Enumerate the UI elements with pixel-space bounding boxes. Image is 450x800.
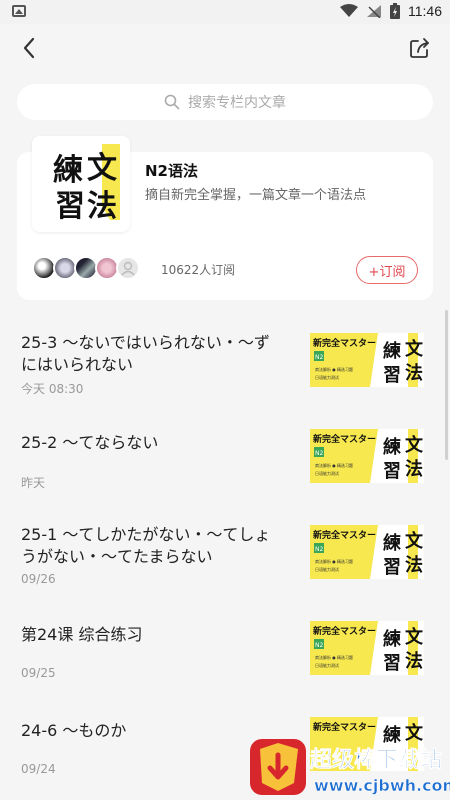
cover-char-2: 文	[87, 151, 117, 186]
thumb-char: 練	[383, 340, 401, 362]
top-bar	[0, 24, 450, 74]
thumbnail-graphic: 新完全マスター N2 商法解析 ● 精选习题 日语能力测试 練 文 習 法	[310, 333, 424, 387]
thumbnail-graphic: 新完全マスター N2 商法解析 ● 精选习题 日语能力测试 練 文 習 法	[310, 429, 424, 483]
battery-charging-icon	[390, 3, 400, 19]
list-item[interactable]: 25-3 ～ないではいられない・～ずにはいられない 今天 08:30 新完全マス…	[0, 316, 450, 412]
thumb-bullet: 商法解析 ● 精选习题	[315, 558, 353, 564]
thumb-char: 練	[383, 532, 401, 554]
thumb-char: 文	[405, 434, 424, 456]
subscribe-button[interactable]: +订阅	[356, 256, 418, 284]
thumb-bullet: 日语能力测试	[315, 566, 339, 572]
scrollbar[interactable]	[445, 310, 448, 460]
status-time: 11:46	[408, 3, 442, 19]
thumb-char: 文	[405, 338, 424, 360]
thumb-level: N2	[315, 546, 323, 553]
share-icon[interactable]	[406, 34, 434, 62]
column-info-card: 練 文 習 法 N2语法 摘自新完全掌握，一篇文章一个语法点 10622人订阅 …	[17, 136, 433, 300]
thumb-char: 練	[383, 628, 401, 650]
watermark-url: www.cjbwh.com	[314, 776, 450, 795]
article-thumbnail: 新完全マスター N2 商法解析 ● 精选习题 日语能力测试 練 文 習 法	[310, 429, 424, 483]
thumb-char: 習	[383, 653, 401, 674]
back-arrow-icon[interactable]	[16, 34, 44, 62]
cover-char-3: 習	[55, 189, 85, 224]
list-item[interactable]: 第24课 综合练习 09/25 新完全マスター N2 商法解析 ● 精选习题 日…	[0, 604, 450, 700]
thumb-banner: 新完全マスター	[313, 337, 376, 349]
thumb-bullet: 商法解析 ● 精选习题	[315, 366, 353, 372]
article-list: 25-3 ～ないではいられない・～ずにはいられない 今天 08:30 新完全マス…	[0, 316, 450, 796]
thumb-level: N2	[315, 354, 323, 361]
watermark-text: 超级棒下载站	[310, 747, 442, 773]
list-item[interactable]: 25-1 ～てしかたがない・～てしょうがない・～てたまらない 09/26 新完全…	[0, 508, 450, 604]
subscriber-count: 10622人订阅	[161, 263, 236, 277]
article-thumbnail: 新完全マスター N2 商法解析 ● 精选习题 日语能力测试 練 文 習 法	[310, 621, 424, 675]
thumbnail-graphic: 新完全マスター N2 商法解析 ● 精选习题 日语能力测试 練 文 習 法	[310, 525, 424, 579]
site-watermark-logo: 超级棒下载站 www.cjbwh.com	[250, 739, 450, 795]
article-date: 09/24	[21, 762, 56, 776]
thumb-bullet: 商法解析 ● 精选习题	[315, 654, 353, 660]
article-date: 09/26	[21, 572, 56, 586]
thumb-banner: 新完全マスター	[313, 625, 376, 637]
article-title: 24-6 ～ものか	[21, 721, 127, 740]
list-item[interactable]: 25-2 ～てならない 昨天 新完全マスター N2 商法解析 ● 精选习题 日语…	[0, 412, 450, 508]
signal-off-icon	[367, 5, 381, 18]
cover-char-4: 法	[87, 189, 117, 224]
thumb-char: 文	[405, 530, 424, 552]
thumb-level: N2	[315, 642, 323, 649]
avatar-placeholder	[116, 256, 140, 280]
article-date: 今天 08:30	[21, 382, 84, 396]
thumb-bullet: 日语能力测试	[315, 470, 339, 476]
search-icon	[164, 94, 180, 110]
thumb-bullet: 日语能力测试	[315, 662, 339, 668]
thumb-banner: 新完全マスター	[313, 721, 376, 733]
thumb-bullet: 商法解析 ● 精选习题	[315, 462, 353, 468]
user-icon	[121, 261, 135, 276]
thumb-char: 習	[383, 557, 401, 578]
gallery-notification-icon	[12, 5, 26, 17]
status-bar: 11:46	[0, 0, 450, 24]
thumb-char: 法	[405, 554, 423, 576]
thumb-banner: 新完全マスター	[313, 433, 376, 445]
thumb-bullet: 日语能力测试	[315, 374, 339, 380]
thumb-char: 文	[405, 626, 424, 648]
article-title: 25-2 ～てならない	[21, 433, 159, 452]
thumb-char: 習	[383, 365, 401, 386]
article-title: 第24课 综合练习	[21, 625, 143, 644]
column-cover-image: 練 文 習 法	[32, 136, 130, 232]
article-date: 09/25	[21, 666, 56, 680]
thumb-char: 練	[383, 436, 401, 458]
thumb-banner: 新完全マスター	[313, 529, 376, 541]
search-placeholder: 搜索专栏内文章	[188, 95, 286, 111]
thumb-char: 法	[405, 458, 423, 480]
article-date: 昨天	[21, 476, 46, 490]
thumb-char: 法	[405, 362, 423, 384]
cover-char-1: 練	[53, 153, 83, 188]
column-description: 摘自新完全掌握，一篇文章一个语法点	[145, 188, 367, 203]
thumb-char: 法	[405, 650, 423, 672]
article-title: 25-3 ～ないではいられない・～ずにはいられない	[21, 333, 270, 374]
status-icons: 11:46	[340, 3, 442, 19]
thumbnail-graphic: 新完全マスター N2 商法解析 ● 精选习题 日语能力测试 練 文 習 法	[310, 621, 424, 675]
search-input[interactable]: 搜索专栏内文章	[17, 84, 433, 120]
wifi-icon	[340, 4, 358, 17]
article-title: 25-1 ～てしかたがない・～てしょうがない・～てたまらない	[21, 525, 271, 566]
thumb-level: N2	[315, 450, 323, 457]
thumb-char: 習	[383, 461, 401, 482]
column-title: N2语法	[145, 162, 198, 180]
article-thumbnail: 新完全マスター N2 商法解析 ● 精选习题 日语能力测试 練 文 習 法	[310, 525, 424, 579]
subscriber-avatars	[32, 256, 140, 280]
article-thumbnail: 新完全マスター N2 商法解析 ● 精选习题 日语能力测试 練 文 習 法	[310, 333, 424, 387]
